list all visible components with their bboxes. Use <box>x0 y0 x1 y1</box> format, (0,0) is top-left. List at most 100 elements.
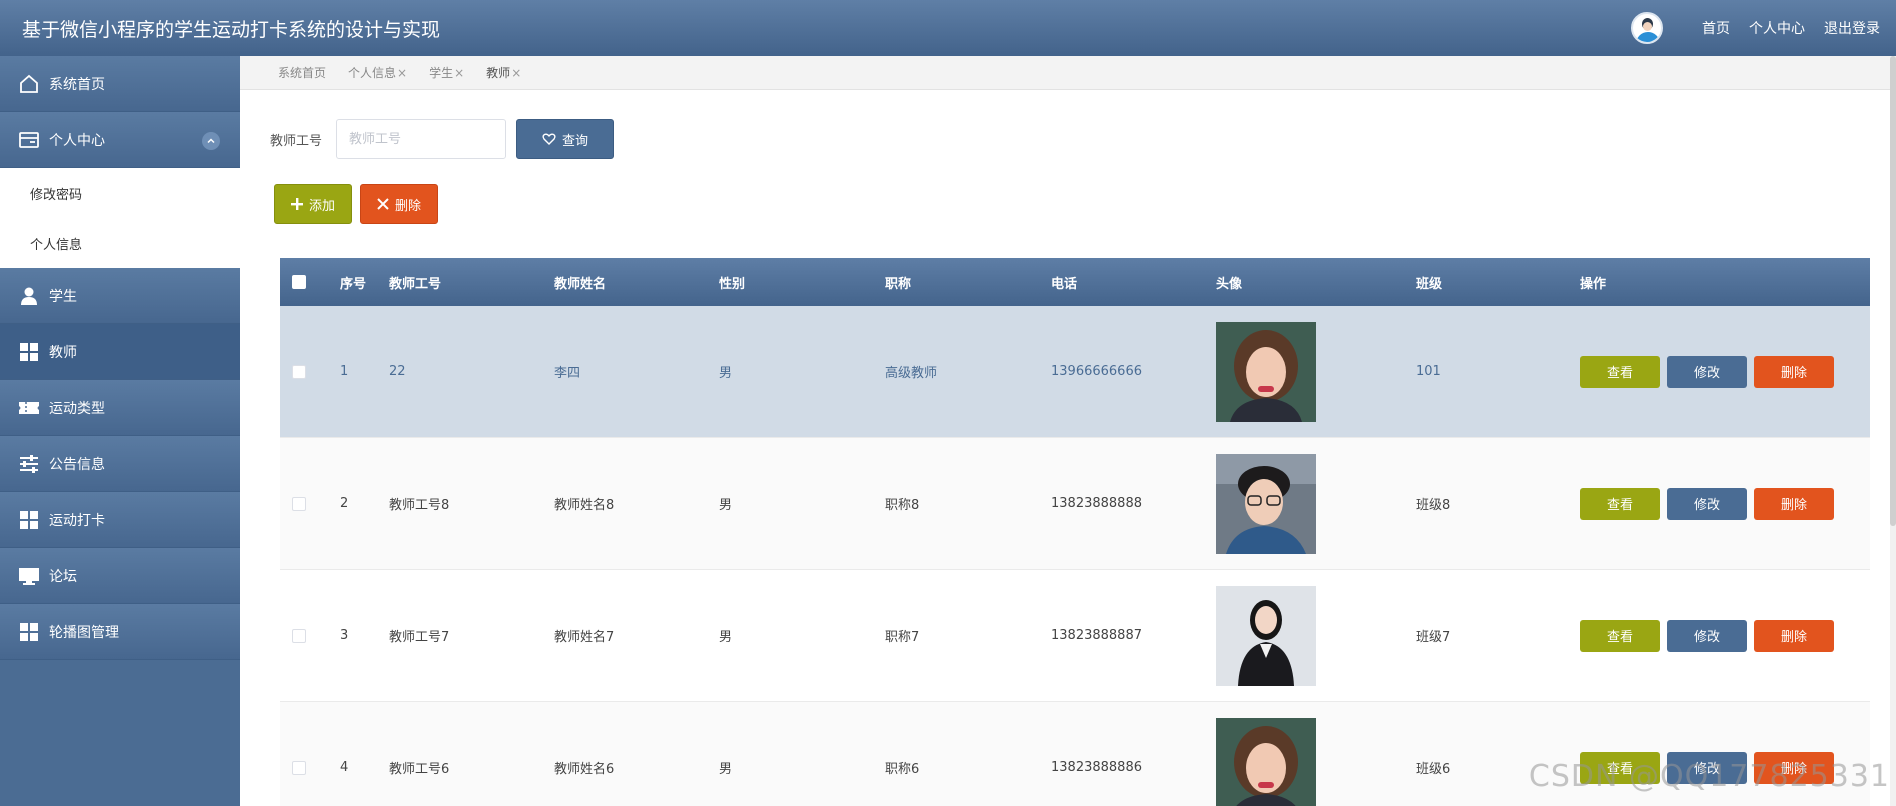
row-checkbox[interactable] <box>292 760 306 775</box>
tab-label: 系统首页 <box>278 66 327 80</box>
row-teacher-id: 教师工号7 <box>389 630 450 645</box>
sidebar-item-sport-types[interactable]: 运动类型 <box>0 380 240 436</box>
row-teacher-name: 教师姓名7 <box>554 630 615 645</box>
row-checkbox[interactable] <box>292 496 306 511</box>
row-title: 高级教师 <box>885 366 938 381</box>
row-teacher-id: 教师工号6 <box>389 762 450 777</box>
teacher-table: 序号 教师工号 教师姓名 性别 职称 电话 头像 班级 操作 1 22 李四 男… <box>280 258 1870 806</box>
sliders-icon <box>18 453 40 475</box>
table-header: 序号 教师工号 教师姓名 性别 职称 电话 头像 班级 操作 <box>280 258 1870 306</box>
row-phone: 13823888887 <box>1051 628 1142 643</box>
page-scrollbar[interactable] <box>1890 56 1896 806</box>
nav-profile-link[interactable]: 个人中心 <box>1749 18 1805 38</box>
column-header: 操作 <box>1580 276 1607 292</box>
watermark: CSDN @QQ177825331 <box>1528 759 1890 794</box>
user-icon <box>18 285 40 307</box>
avatar-photo[interactable] <box>1216 321 1316 422</box>
row-title: 职称8 <box>885 498 920 513</box>
sidebar-item-label: 运动打卡 <box>49 512 105 529</box>
column-header: 序号 <box>340 276 367 292</box>
tab-personal-info[interactable]: 个人信息× <box>348 64 407 81</box>
tab-students[interactable]: 学生× <box>429 64 464 81</box>
batch-delete-button[interactable]: 删除 <box>360 184 438 224</box>
table-row[interactable]: 1 22 李四 男 高级教师 13966666666 101 查看 修改 删除 <box>280 306 1870 438</box>
row-teacher-id: 教师工号8 <box>389 498 450 513</box>
delete-button[interactable]: 删除 <box>1754 619 1834 652</box>
close-icon[interactable]: × <box>397 66 407 80</box>
sidebar-item-personal-center[interactable]: 个人中心 <box>0 112 240 168</box>
search-label: 教师工号 <box>270 134 323 149</box>
column-header: 班级 <box>1416 276 1443 292</box>
row-sex: 男 <box>719 762 733 777</box>
sidebar-item-students[interactable]: 学生 <box>0 268 240 324</box>
heart-icon <box>542 133 556 145</box>
close-icon <box>377 198 389 210</box>
tab-teachers[interactable]: 教师× <box>486 64 521 81</box>
view-button[interactable]: 查看 <box>1580 355 1660 388</box>
table-row[interactable]: 2 教师工号8 教师姓名8 男 职称8 13823888888 班级8 查看 修… <box>280 438 1870 570</box>
sidebar-item-label: 公告信息 <box>49 456 105 473</box>
user-avatar[interactable] <box>1631 12 1663 44</box>
chevron-up-icon[interactable] <box>202 132 220 150</box>
avatar-photo[interactable] <box>1216 453 1316 554</box>
add-button-label: 添加 <box>308 198 335 214</box>
monitor-icon <box>18 565 40 587</box>
breadcrumb: 系统首页 个人信息× 学生× 教师× <box>240 56 1896 90</box>
row-teacher-name: 教师姓名8 <box>554 498 615 513</box>
top-header: 基于微信小程序的学生运动打卡系统的设计与实现 首页 个人中心 退出登录 <box>0 0 1896 56</box>
sidebar-item-label: 教师 <box>49 344 77 361</box>
grid-icon <box>18 621 40 643</box>
sidebar-item-announcements[interactable]: 公告信息 <box>0 436 240 492</box>
avatar-photo[interactable] <box>1216 585 1316 686</box>
edit-button[interactable]: 修改 <box>1667 619 1747 652</box>
sidebar-item-teachers[interactable]: 教师 <box>0 324 240 380</box>
query-button-label: 查询 <box>561 133 588 149</box>
sidebar-item-carousel[interactable]: 轮播图管理 <box>0 604 240 660</box>
column-header: 职称 <box>885 276 912 292</box>
delete-button[interactable]: 删除 <box>1754 355 1834 388</box>
column-header: 教师工号 <box>389 276 442 292</box>
sidebar-item-home[interactable]: 系统首页 <box>0 56 240 112</box>
sidebar-subitem-personal-info[interactable]: 个人信息 <box>0 218 240 268</box>
row-phone: 13823888886 <box>1051 760 1142 775</box>
sidebar-subitem-change-password[interactable]: 修改密码 <box>0 168 240 218</box>
close-icon[interactable]: × <box>511 66 521 80</box>
delete-button[interactable]: 删除 <box>1754 487 1834 520</box>
sidebar-item-forum[interactable]: 论坛 <box>0 548 240 604</box>
select-all-checkbox[interactable] <box>292 275 306 289</box>
row-teacher-name: 李四 <box>554 366 581 381</box>
grid-icon <box>18 341 40 363</box>
nav-home-link[interactable]: 首页 <box>1702 18 1730 38</box>
app-title: 基于微信小程序的学生运动打卡系统的设计与实现 <box>22 19 441 41</box>
sidebar-item-sport-checkin[interactable]: 运动打卡 <box>0 492 240 548</box>
tab-label: 教师 <box>486 66 511 80</box>
tab-label: 个人信息 <box>348 66 397 80</box>
header-right: 首页 个人中心 退出登录 <box>1631 12 1880 44</box>
column-header: 头像 <box>1216 276 1243 292</box>
logout-link[interactable]: 退出登录 <box>1824 18 1880 38</box>
table-row[interactable]: 3 教师工号7 教师姓名7 男 职称7 13823888887 班级7 查看 修… <box>280 570 1870 702</box>
view-button[interactable]: 查看 <box>1580 619 1660 652</box>
tab-label: 学生 <box>429 66 454 80</box>
close-icon[interactable]: × <box>454 66 464 80</box>
sidebar: 系统首页 个人中心 修改密码 个人信息 学生 教师 运动类型 公告信息 运动打卡… <box>0 56 240 806</box>
avatar-photo[interactable] <box>1216 717 1316 806</box>
add-button[interactable]: 添加 <box>274 184 352 224</box>
row-sex: 男 <box>719 498 733 513</box>
row-class: 班级7 <box>1416 630 1451 645</box>
tab-home[interactable]: 系统首页 <box>278 64 326 81</box>
teacher-id-search-input[interactable] <box>336 119 506 159</box>
row-no: 2 <box>340 496 349 511</box>
row-checkbox[interactable] <box>292 628 306 643</box>
edit-button[interactable]: 修改 <box>1667 487 1747 520</box>
card-icon <box>18 129 40 151</box>
ticket-icon <box>18 397 40 419</box>
edit-button[interactable]: 修改 <box>1667 355 1747 388</box>
sidebar-item-label: 运动类型 <box>49 400 105 417</box>
query-button[interactable]: 查询 <box>516 119 614 159</box>
grid-icon <box>18 509 40 531</box>
view-button[interactable]: 查看 <box>1580 487 1660 520</box>
row-checkbox[interactable] <box>292 364 306 379</box>
row-class: 班级8 <box>1416 498 1451 513</box>
scrollbar-thumb[interactable] <box>1890 56 1896 526</box>
